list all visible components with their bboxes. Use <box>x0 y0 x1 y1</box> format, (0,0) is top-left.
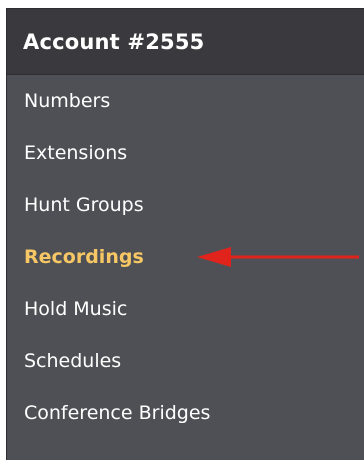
account-header: Account #2555 <box>7 9 364 75</box>
sidebar-item-conference-bridges[interactable]: Conference Bridges <box>7 387 364 439</box>
account-title: Account #2555 <box>23 29 205 54</box>
left-arrow-icon <box>197 247 359 267</box>
sidebar-item-label: Recordings <box>24 246 144 268</box>
sidebar-item-label: Hunt Groups <box>24 194 144 216</box>
sidebar-item-hunt-groups[interactable]: Hunt Groups <box>7 179 364 231</box>
account-sidebar: Account #2555 Numbers Extensions Hunt Gr… <box>6 8 364 460</box>
sidebar-item-recordings[interactable]: Recordings <box>7 231 364 283</box>
sidebar-item-label: Schedules <box>24 350 122 372</box>
sidebar-item-extensions[interactable]: Extensions <box>7 127 364 179</box>
sidebar-item-hold-music[interactable]: Hold Music <box>7 283 364 335</box>
sidebar-item-numbers[interactable]: Numbers <box>7 75 364 127</box>
sidebar-item-label: Hold Music <box>24 298 128 320</box>
sidebar-menu: Numbers Extensions Hunt Groups Recording… <box>7 75 364 439</box>
sidebar-item-label: Numbers <box>24 90 111 112</box>
sidebar-item-label: Conference Bridges <box>24 402 211 424</box>
sidebar-item-label: Extensions <box>24 142 128 164</box>
sidebar-item-schedules[interactable]: Schedules <box>7 335 364 387</box>
